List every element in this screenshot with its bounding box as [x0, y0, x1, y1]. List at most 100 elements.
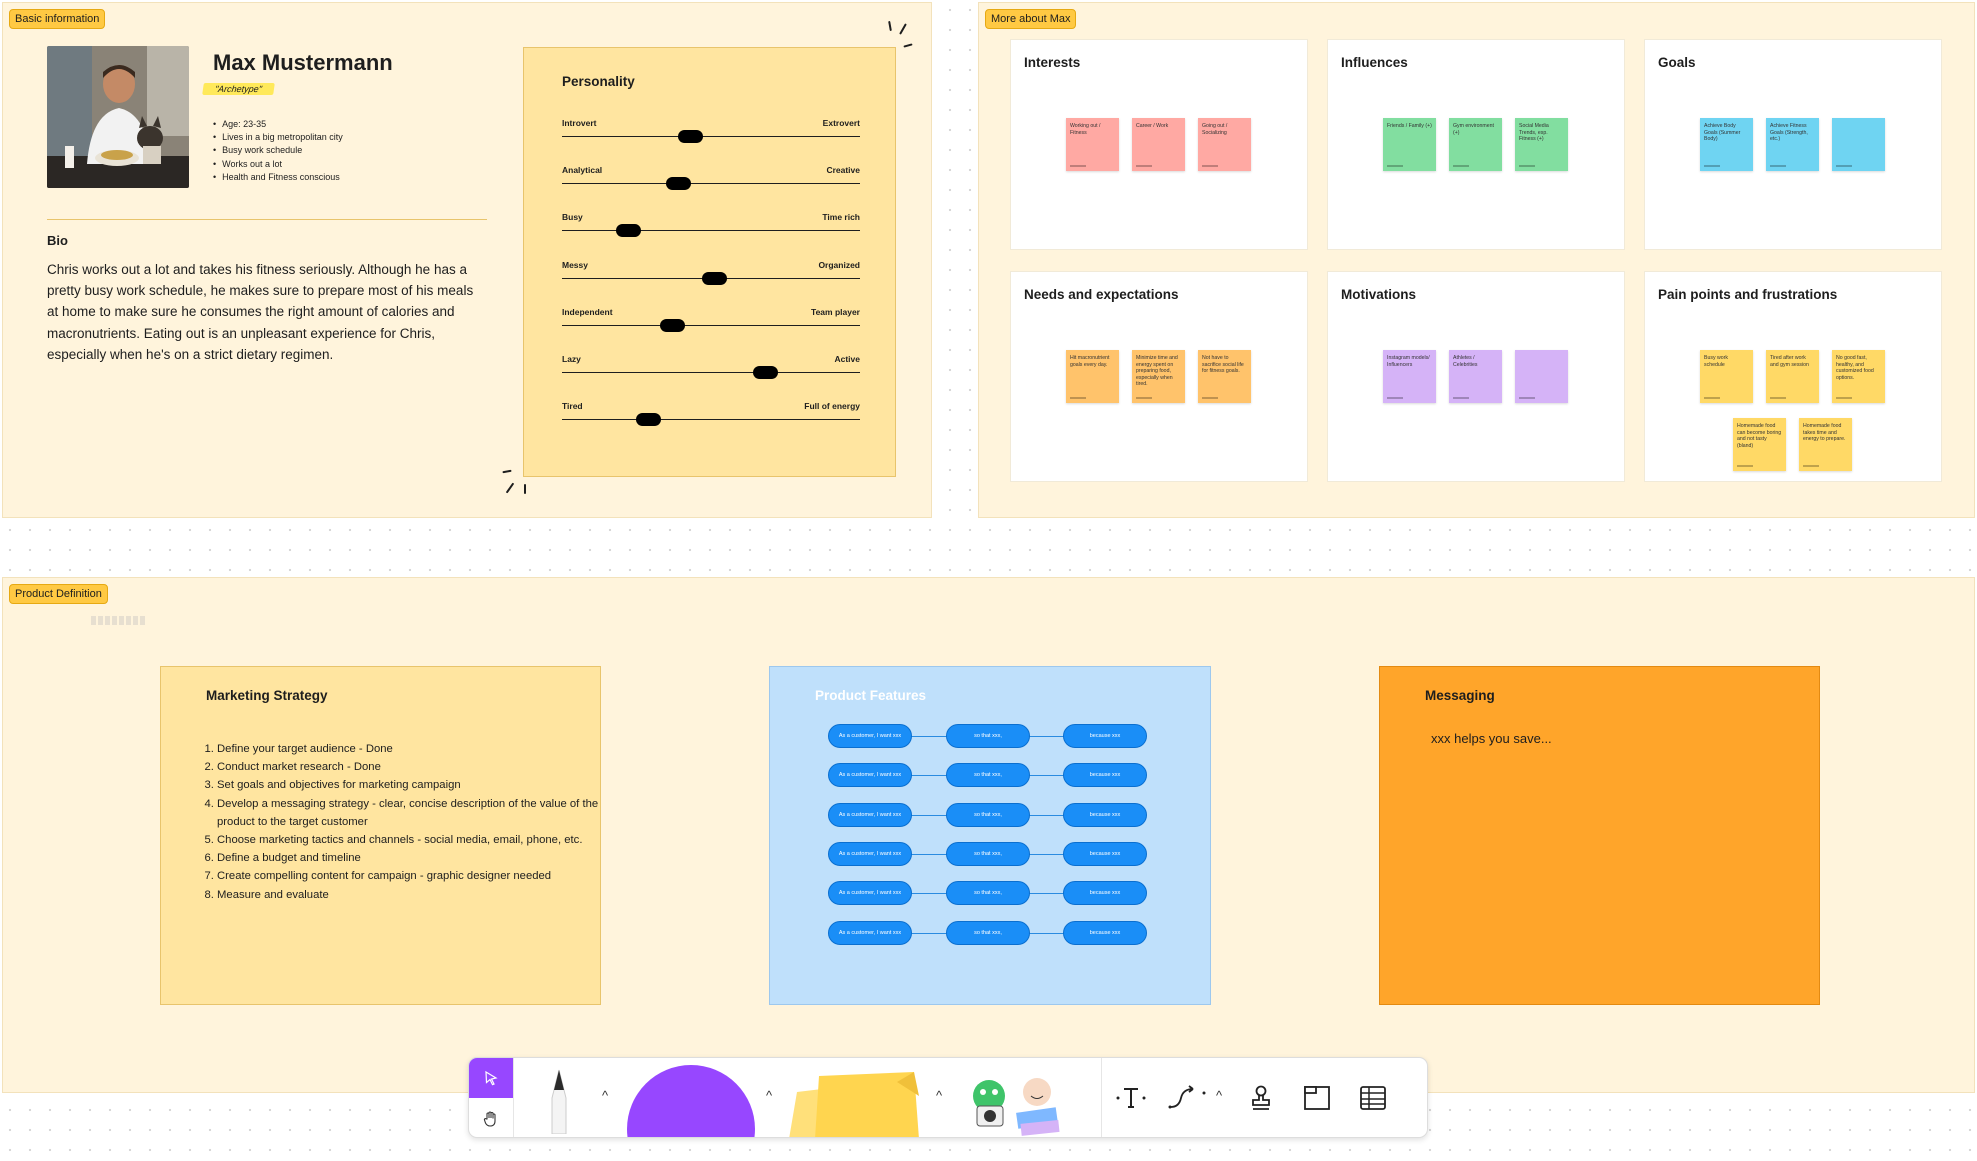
personality-slider[interactable]: Messy Organized [562, 260, 860, 290]
personality-title: Personality [562, 74, 635, 89]
feature-pill-so-that[interactable]: so that xxx, [946, 802, 1030, 827]
chevron-up-icon[interactable]: ^ [936, 1088, 942, 1103]
chevron-up-icon[interactable]: ^ [766, 1088, 772, 1103]
author-label [1202, 165, 1218, 167]
feature-pill-want[interactable]: As a customer, I want xxx [828, 841, 912, 866]
personality-slider[interactable]: Lazy Active [562, 354, 860, 384]
slider-knob[interactable] [752, 366, 778, 379]
hand-tool-button[interactable] [469, 1098, 513, 1137]
persona-card[interactable]: Motivations Instagram models/ Influencers… [1327, 271, 1625, 482]
slider-knob[interactable] [666, 177, 692, 191]
sticky-note[interactable]: Hit macronutrient goals every day. [1066, 350, 1119, 403]
sticky-note[interactable]: Busy work schedule [1700, 350, 1753, 403]
basic-information-section[interactable]: Basic information Max Mustermann "Archet… [2, 2, 932, 518]
connector-tool-button[interactable] [1165, 1076, 1209, 1120]
sticky-note[interactable]: Working out / Fitness [1066, 118, 1119, 171]
feature-pill-because[interactable]: because xxx [1063, 841, 1147, 866]
feature-pill-want[interactable]: As a customer, I want xxx [828, 920, 912, 945]
table-tool-button[interactable] [1351, 1076, 1395, 1120]
persona-card[interactable]: Influences Friends / Family (+) Gym enviro… [1327, 39, 1625, 250]
persona-fact: Busy work schedule [213, 144, 343, 157]
sticky-note-text: Instagram models/ Influencers [1387, 355, 1430, 368]
sticky-note[interactable]: Athletes / Celebrities [1449, 350, 1502, 403]
sticky-note[interactable]: Homemade food can become boring and not … [1733, 418, 1786, 471]
messaging-card[interactable]: Messaging xxx helps you save... [1379, 666, 1820, 1005]
sticky-note[interactable]: Achieve Fitness Goals (Strength, etc.) [1766, 118, 1819, 171]
feature-pill-because[interactable]: because xxx [1063, 920, 1147, 945]
sticky-note[interactable]: Friends / Family (+) [1383, 118, 1436, 171]
slider-knob[interactable] [701, 271, 727, 285]
sticky-note[interactable]: Social Media Trends, esp. Fitness (+) [1515, 118, 1568, 171]
stamp-tool-button[interactable] [1239, 1076, 1283, 1120]
sticky-note[interactable]: Instagram models/ Influencers [1383, 350, 1436, 403]
slider-knob[interactable] [660, 318, 686, 332]
feature-pill-because[interactable]: because xxx [1063, 881, 1147, 906]
product-features-card[interactable]: Product Features As a customer, I want x… [769, 666, 1211, 1005]
persona-card[interactable]: Needs and expectations Hit macronutrient … [1010, 271, 1308, 482]
feature-pill-so-that[interactable]: so that xxx, [946, 763, 1030, 788]
personality-slider[interactable]: Busy Time rich [562, 212, 860, 242]
persona-card[interactable]: Pain points and frustrations Busy work sc… [1644, 271, 1942, 482]
chevron-up-icon[interactable]: ^ [602, 1088, 608, 1103]
persona-card[interactable]: Interests Working out / Fitness Career / W… [1010, 39, 1308, 250]
feature-pill-so-that[interactable]: so that xxx, [946, 724, 1030, 748]
slider-knob[interactable] [615, 224, 641, 238]
slider-track [562, 324, 860, 326]
sticky-note[interactable]: No good fast, healthy, and customized fo… [1832, 350, 1885, 403]
slider-knob[interactable] [678, 130, 704, 143]
personality-slider[interactable]: Independent Team player [562, 307, 860, 337]
section-tool-button[interactable] [1295, 1076, 1339, 1120]
sticky-note[interactable]: Going out / Socializing [1198, 118, 1251, 171]
text-tool-button[interactable] [1109, 1076, 1153, 1120]
personality-card[interactable]: Personality Introvert Extrovert Analytical… [523, 47, 896, 477]
sticky-note-text: Friends / Family (+) [1387, 123, 1432, 129]
section-label[interactable]: More about Max [985, 9, 1077, 29]
slider-left-label: Messy [562, 259, 588, 270]
sticky-note[interactable]: Gym environment (+) [1449, 118, 1502, 171]
pen-tool-button[interactable] [529, 1058, 589, 1137]
shape-tool-button[interactable] [619, 1058, 759, 1137]
marketing-steps-list: Define your target audience - Done Condu… [199, 740, 599, 904]
marketing-step: Create compelling content for campaign -… [217, 867, 599, 885]
feature-pill-want[interactable]: As a customer, I want xxx [828, 724, 912, 748]
personality-slider[interactable]: Analytical Creative [562, 165, 860, 195]
persona-card[interactable]: Goals Achieve Body Goals (Summer Body) Ach… [1644, 39, 1942, 250]
hand-icon [483, 1110, 496, 1127]
persona-fact: Health and Fitness conscious [213, 171, 343, 184]
slider-knob[interactable] [636, 413, 662, 427]
feature-pill-because[interactable]: because xxx [1063, 724, 1147, 748]
sticky-note-tool-button[interactable] [779, 1058, 929, 1137]
bio-text[interactable]: Chris works out a lot and takes his fitn… [47, 259, 487, 365]
feature-pill-so-that[interactable]: so that xxx, [946, 920, 1030, 945]
personality-slider[interactable]: Introvert Extrovert [562, 118, 860, 148]
messaging-text[interactable]: xxx helps you save... [1431, 731, 1552, 746]
sticky-note[interactable]: Homemade food takes time and energy to p… [1799, 418, 1852, 471]
feature-pill-want[interactable]: As a customer, I want xxx [828, 763, 912, 788]
sticky-note[interactable]: Tired after work and gym session [1766, 350, 1819, 403]
sticky-note[interactable]: Achieve Body Goals (Summer Body) [1700, 118, 1753, 171]
card-title: Influences [1341, 55, 1408, 70]
sticky-note[interactable] [1515, 350, 1568, 403]
slider-right-label: Time rich [822, 212, 860, 223]
section-label[interactable]: Basic information [9, 9, 106, 29]
sticky-note-text: Gym environment (+) [1453, 123, 1494, 136]
sticky-note[interactable]: Career / Work [1132, 118, 1185, 171]
feature-pill-so-that[interactable]: so that xxx, [946, 881, 1030, 906]
persona-photo [47, 46, 189, 188]
section-label[interactable]: Product Definition [9, 584, 108, 604]
sticky-note[interactable]: Not have to sacrifice social life for fi… [1198, 350, 1251, 403]
stickers-tool-button[interactable] [959, 1058, 1069, 1137]
marketing-strategy-card[interactable]: Marketing Strategy Define your target au… [160, 666, 601, 1005]
feature-pill-want[interactable]: As a customer, I want xxx [828, 802, 912, 827]
feature-pill-because[interactable]: because xxx [1063, 763, 1147, 788]
sticky-note[interactable]: Minimize time and energy spent on prepar… [1132, 350, 1185, 403]
doodle-mark [899, 23, 907, 35]
feature-pill-want[interactable]: As a customer, I want xxx [828, 881, 912, 906]
chevron-up-icon[interactable]: ^ [1216, 1088, 1222, 1103]
feature-pill-because[interactable]: because xxx [1063, 802, 1147, 827]
sticky-note[interactable] [1832, 118, 1885, 171]
select-tool-button[interactable] [469, 1058, 513, 1098]
feature-pill-so-that[interactable]: so that xxx, [946, 841, 1030, 866]
more-about-max-section[interactable]: More about Max Interests Working out / Fi… [978, 2, 1975, 518]
personality-slider[interactable]: Tired Full of energy [562, 401, 860, 431]
